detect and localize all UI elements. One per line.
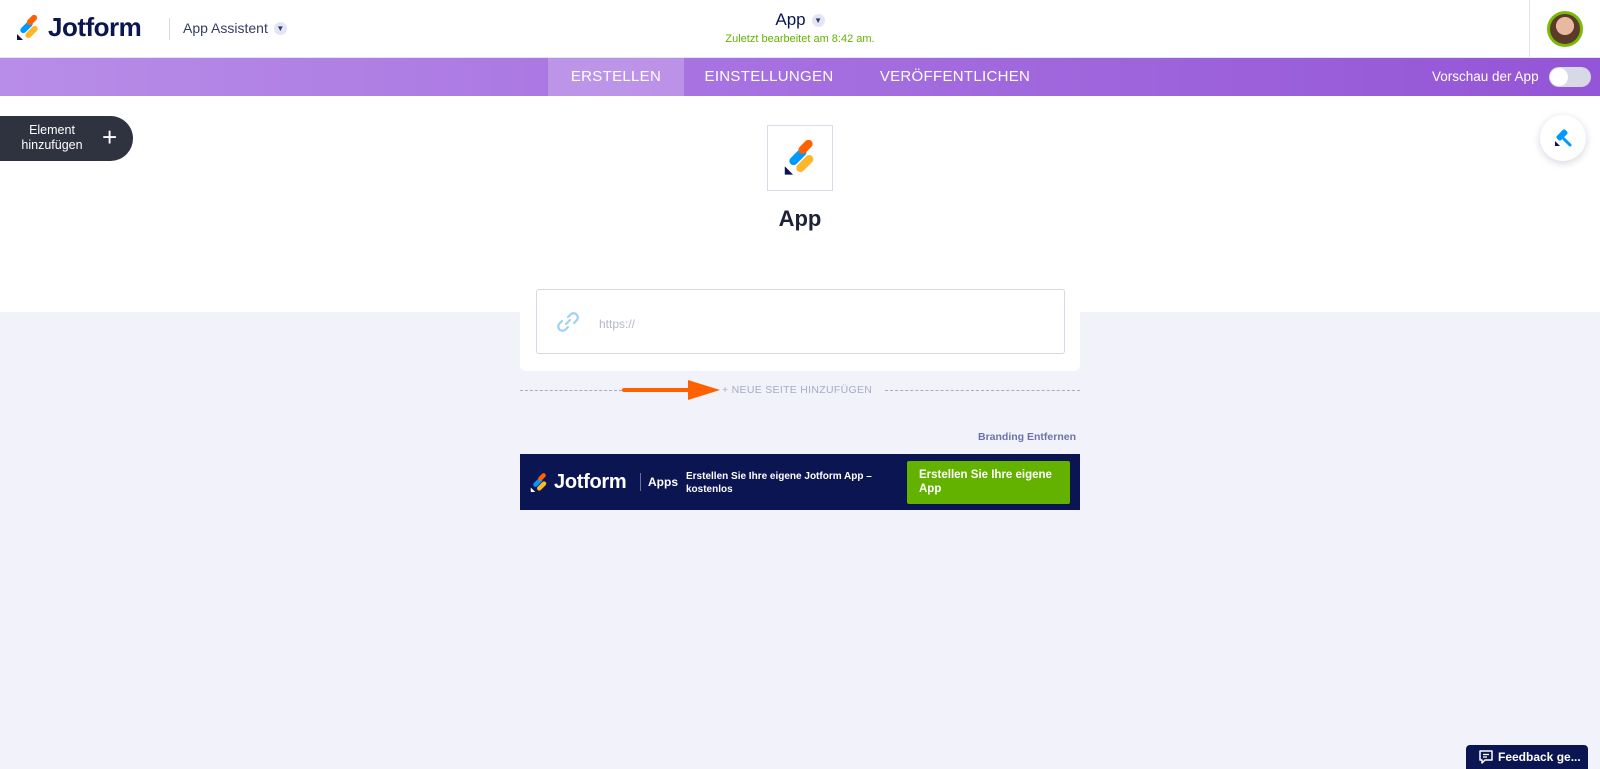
jotform-logo-icon [530, 472, 547, 492]
tab-einstellungen[interactable]: EINSTELLUNGEN [684, 58, 854, 96]
app-assistant-dropdown[interactable]: App Assistent ▼ [183, 20, 287, 36]
add-new-page-button[interactable]: + NEUE SEITE HINZUFÜGEN [722, 384, 872, 396]
arrow-right-icon [622, 380, 720, 400]
banner-separator [640, 473, 641, 491]
paint-roller-icon [1555, 129, 1572, 147]
banner-logo: Jotform [530, 471, 627, 494]
header-separator [169, 18, 170, 40]
url-placeholder: https:// [599, 317, 636, 331]
divider-left [520, 390, 622, 391]
app-title-block: App ▼ Zuletzt bearbeitet am 8:42 am. [700, 10, 900, 45]
banner-text: Erstellen Sie Ihre eigene Jotform App – … [686, 471, 872, 495]
app-title-dropdown[interactable]: App ▼ [775, 10, 825, 30]
jotform-logo[interactable]: Jotform [16, 12, 142, 43]
app-name[interactable]: App [700, 206, 900, 232]
jotform-app-icon [784, 140, 814, 175]
tab-veroeffentlichen[interactable]: VERÖFFENTLICHEN [862, 58, 1048, 96]
toggle-knob [1550, 68, 1568, 86]
chevron-down-icon: ▼ [273, 21, 287, 35]
banner-apps-label: Apps [648, 475, 678, 489]
app-icon[interactable] [767, 125, 833, 191]
chat-icon [1479, 750, 1493, 764]
banner-logo-text: Jotform [554, 471, 627, 493]
paint-roller-button[interactable] [1540, 115, 1586, 161]
header-divider [1529, 0, 1530, 58]
tab-erstellen[interactable]: ERSTELLEN [548, 58, 684, 96]
create-app-button[interactable]: Erstellen Sie Ihre eigene App [907, 461, 1070, 504]
top-header: Jotform App Assistent ▼ App ▼ Zuletzt be… [0, 0, 1600, 58]
divider-right [885, 390, 1080, 391]
branding-banner: Jotform Apps Erstellen Sie Ihre eigene J… [520, 454, 1080, 510]
plus-icon: + [102, 122, 118, 152]
logo-text: Jotform [48, 12, 142, 42]
builder-nav-bar: ERSTELLEN EINSTELLUNGEN VERÖFFENTLICHEN … [0, 58, 1600, 96]
add-element-button[interactable]: Element hinzufügen + [0, 116, 133, 161]
feedback-label: Feedback ge... [1498, 750, 1581, 764]
add-element-label: Element hinzufügen [21, 123, 83, 152]
link-icon [557, 312, 579, 332]
app-title: App [775, 10, 806, 29]
user-avatar[interactable] [1547, 11, 1583, 47]
feedback-button[interactable]: Feedback ge... [1466, 745, 1588, 769]
preview-label: Vorschau der App [1432, 69, 1539, 84]
app-assistant-label: App Assistent [183, 20, 268, 36]
preview-toggle[interactable] [1549, 67, 1591, 87]
last-edited-status: Zuletzt bearbeitet am 8:42 am. [725, 33, 875, 45]
chevron-down-icon: ▼ [811, 13, 825, 27]
avatar-image [1550, 14, 1580, 44]
jotform-logo-icon [17, 14, 38, 40]
remove-branding-link[interactable]: Branding Entfernen [940, 431, 1076, 443]
